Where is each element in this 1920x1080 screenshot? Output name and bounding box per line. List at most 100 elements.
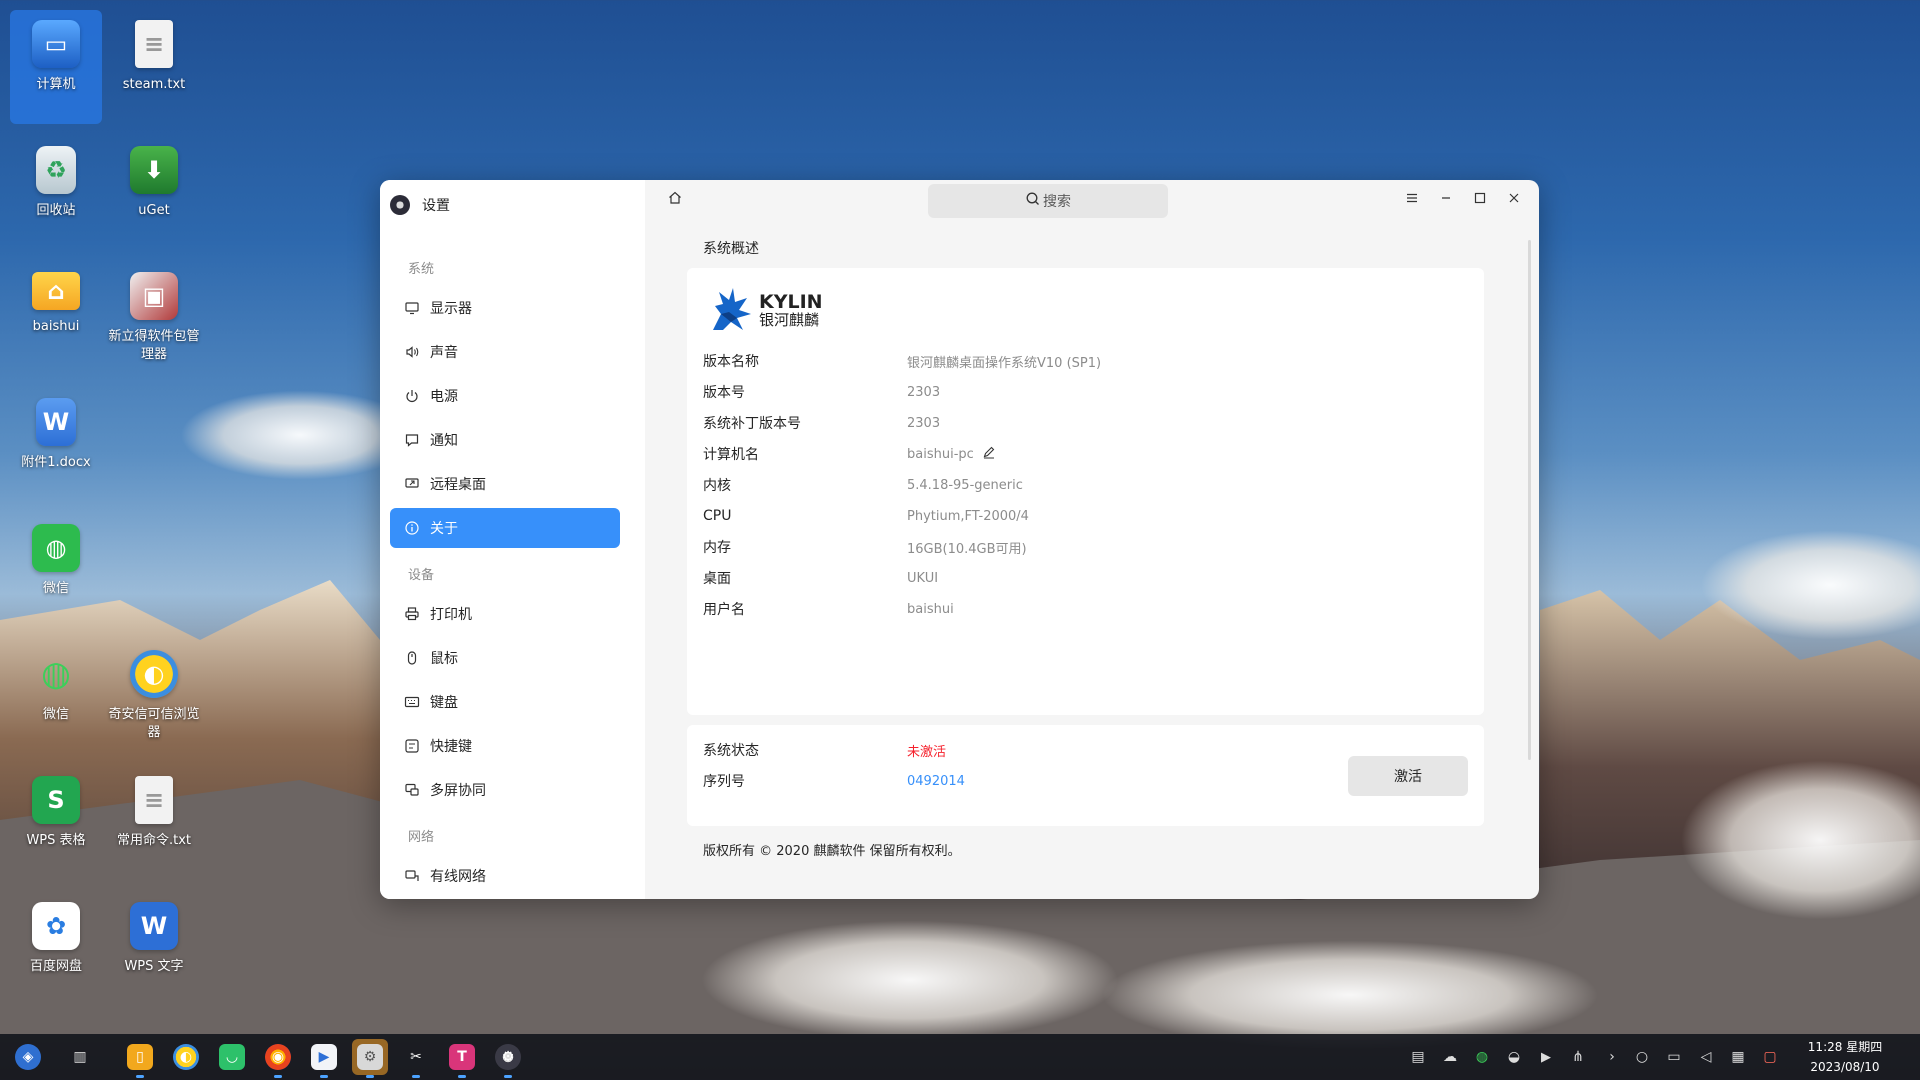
minimize-icon xyxy=(1439,191,1453,209)
nav-item-about[interactable]: 关于 xyxy=(390,508,620,548)
desktop-icon-uget[interactable]: ⬇ uGet xyxy=(108,136,200,250)
desktop-icon-wechat-2[interactable]: ◍ 微信 xyxy=(10,640,102,754)
desktop-icon-wps-writer[interactable]: W WPS 文字 xyxy=(108,892,200,1006)
tray-cloud[interactable]: ☁ xyxy=(1440,1047,1460,1067)
nav-item-display[interactable]: 显示器 xyxy=(390,288,620,328)
activate-button[interactable]: 激活 xyxy=(1348,756,1468,796)
text-file-icon: ≡ xyxy=(135,20,173,68)
clock-date: 2023/08/10 xyxy=(1810,1060,1880,1074)
taskbar-clock[interactable]: 11:28 星期四 2023/08/10 xyxy=(1790,1037,1900,1077)
nav-item-multiscreen[interactable]: 多屏协同 xyxy=(390,770,620,810)
desktop-icon-synaptic[interactable]: ▣ 新立得软件包管理器 xyxy=(108,262,200,376)
info-value: baishui-pc xyxy=(907,445,996,463)
desktop-icon-wechat-1[interactable]: ◍ 微信 xyxy=(10,514,102,628)
taskbar-app-video-player[interactable]: ▶ xyxy=(306,1039,342,1078)
close-button[interactable] xyxy=(1497,186,1531,214)
nav-item-wired-network[interactable]: 有线网络 xyxy=(390,856,620,896)
tray-network[interactable]: ▭ xyxy=(1664,1047,1684,1067)
running-indicator xyxy=(366,1075,374,1078)
text-file-icon: ≡ xyxy=(135,776,173,824)
desktop-icon-wps-spreadsheet[interactable]: S WPS 表格 xyxy=(10,766,102,880)
tray-clipboard[interactable]: ▤ xyxy=(1408,1047,1428,1067)
settings-app-icon xyxy=(390,195,410,215)
play-icon: ▶ xyxy=(1541,1049,1551,1065)
wps-writer-doc-icon: W xyxy=(36,398,76,446)
edit-hostname-icon[interactable] xyxy=(982,445,996,463)
computer-icon: ▭ xyxy=(32,20,80,68)
desktop-icon-computer[interactable]: ▭ 计算机 xyxy=(10,10,102,124)
taskbar-app-software-store[interactable]: ◡ xyxy=(214,1039,250,1075)
running-indicator xyxy=(504,1075,512,1078)
info-label: 系统补丁版本号 xyxy=(703,416,801,432)
nav-item-mouse[interactable]: 鼠标 xyxy=(390,638,620,678)
kylin-logo-cn: 银河麒麟 xyxy=(759,311,820,329)
kylin-logo-text: KYLIN 银河麒麟 xyxy=(759,293,823,330)
tray-volume[interactable]: ◁ xyxy=(1696,1047,1716,1067)
desktop-icon-trash[interactable]: ♻ 回收站 xyxy=(10,136,102,250)
info-label: CPU xyxy=(703,508,732,524)
taskbar-app-browser[interactable]: ◐ xyxy=(168,1039,204,1075)
info-label: 内存 xyxy=(703,540,731,556)
nav-item-keyboard[interactable]: 键盘 xyxy=(390,682,620,722)
package-manager-icon: ▣ xyxy=(130,272,178,320)
search-input[interactable]: 搜索 xyxy=(928,184,1168,218)
copyright-text: 版权所有 © 2020 麒麟软件 保留所有权利。 xyxy=(703,844,961,859)
nav-item-label: 有线网络 xyxy=(430,869,486,885)
uget-download-icon: ⬇ xyxy=(130,146,178,194)
shortcut-icon xyxy=(404,738,420,754)
serial-number-link[interactable]: 0492014 xyxy=(907,774,965,789)
multitask-view-button[interactable]: ▥ xyxy=(62,1039,98,1075)
tray-notifications[interactable]: ▢ xyxy=(1760,1047,1780,1067)
nav-group-devices: 设备 xyxy=(408,568,435,583)
nav-item-label: 声音 xyxy=(430,345,458,361)
nav-item-printer[interactable]: 打印机 xyxy=(390,594,620,634)
info-label: 计算机名 xyxy=(703,447,759,463)
clock-time: 11:28 星期四 xyxy=(1807,1040,1883,1054)
desktop-icon-steam-txt[interactable]: ≡ steam.txt xyxy=(108,10,200,124)
desktop-icon-baidu-netdisk[interactable]: ✿ 百度网盘 xyxy=(10,892,102,1006)
software-store-icon: ◡ xyxy=(219,1044,245,1070)
taskbar-app-screenshot[interactable]: ✂ xyxy=(398,1039,434,1078)
tray-security[interactable]: ◒ xyxy=(1504,1047,1524,1067)
info-label: 用户名 xyxy=(703,602,745,618)
minimize-button[interactable] xyxy=(1429,186,1463,214)
nav-item-shortcut[interactable]: 快捷键 xyxy=(390,726,620,766)
kylin-logo: KYLIN 银河麒麟 xyxy=(707,284,823,338)
taskbar-app-firefox[interactable]: ◉ xyxy=(260,1039,296,1078)
info-value: 5.4.18-95-generic xyxy=(907,477,1023,493)
info-row-kernel: 内核 5.4.18-95-generic xyxy=(703,474,1463,496)
nav-item-notify[interactable]: 通知 xyxy=(390,420,620,460)
tray-media[interactable]: ▶ xyxy=(1536,1047,1556,1067)
taskbar-app-control-center[interactable]: ⚙ xyxy=(490,1039,526,1078)
nav-item-remote-desktop[interactable]: 远程桌面 xyxy=(390,464,620,504)
taskbar-app-file-manager[interactable]: ▯ xyxy=(122,1039,158,1078)
nav-item-label: 键盘 xyxy=(430,695,458,711)
home-button[interactable] xyxy=(665,190,685,210)
start-menu-button[interactable]: ◈ xyxy=(10,1039,46,1075)
taskbar-app-text-editor[interactable]: T xyxy=(444,1039,480,1078)
tray-search[interactable]: ○ xyxy=(1632,1047,1652,1067)
nav-item-power[interactable]: 电源 xyxy=(390,376,620,416)
file-manager-icon: ▯ xyxy=(127,1044,153,1070)
taskbar-app-settings[interactable]: ⚙ xyxy=(352,1039,388,1078)
info-icon xyxy=(404,520,420,536)
desktop-icon-commands-txt[interactable]: ≡ 常用命令.txt xyxy=(108,766,200,880)
nav-group-network: 网络 xyxy=(408,830,435,845)
desktop-icon-attachment-docx[interactable]: W 附件1.docx xyxy=(10,388,102,502)
menu-button[interactable] xyxy=(1395,186,1429,214)
info-value: 2303 xyxy=(907,415,941,431)
tray-wechat[interactable]: ◍ xyxy=(1472,1047,1492,1067)
content-scrollbar[interactable] xyxy=(1528,240,1531,760)
text-editor-icon: T xyxy=(449,1044,475,1070)
wechat-icon: ◍ xyxy=(32,524,80,572)
tray-expand[interactable]: › xyxy=(1602,1047,1622,1067)
nav-item-sound[interactable]: 声音 xyxy=(390,332,620,372)
keyboard-icon xyxy=(404,694,420,710)
desktop-icon-qianxin-browser[interactable]: ◐ 奇安信可信浏览器 xyxy=(108,640,200,754)
section-title-overview: 系统概述 xyxy=(703,241,759,257)
tray-input-method[interactable]: ▦ xyxy=(1728,1047,1748,1067)
tray-network-share[interactable]: ⋔ xyxy=(1568,1047,1588,1067)
desktop-icon-baishui-folder[interactable]: ⌂ baishui xyxy=(10,262,102,376)
maximize-button[interactable] xyxy=(1463,186,1497,214)
folder-icon: ⌂ xyxy=(32,272,80,310)
